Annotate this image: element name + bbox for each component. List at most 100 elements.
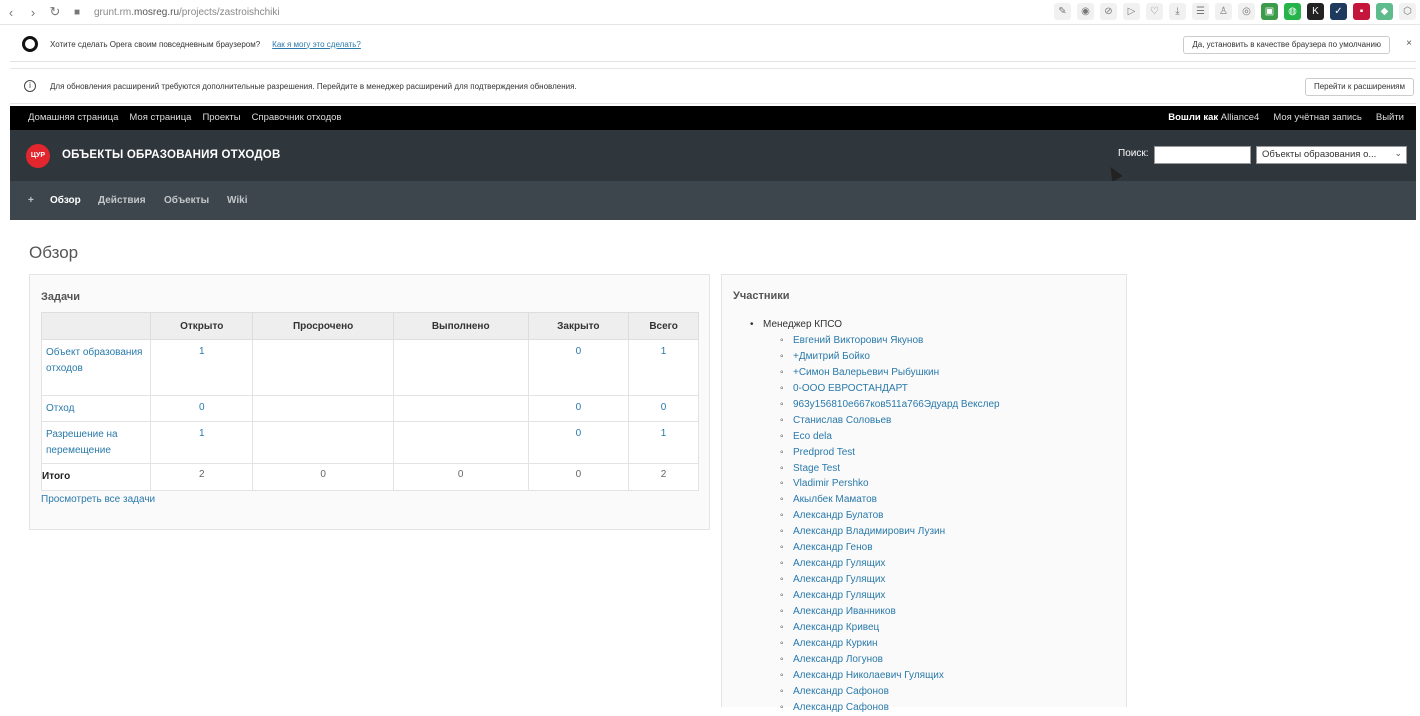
list-item: +Симон Валерьевич Рыбушкин <box>780 365 1000 381</box>
list-item: Eco dela <box>780 429 1000 445</box>
list-item: Евгений Викторович Якунов <box>780 333 1000 349</box>
list-item: Станислав Соловьев <box>780 413 1000 429</box>
whatsapp-icon[interactable]: ◍ <box>1284 3 1301 20</box>
edit-icon[interactable]: ✎ <box>1054 3 1071 20</box>
red-extension-icon[interactable]: ▪ <box>1353 3 1370 20</box>
list-item: Александр Николаевич Гулящих <box>780 668 1000 684</box>
open-count[interactable]: 1 <box>149 339 254 396</box>
member-link[interactable]: Александр Иванников <box>793 606 896 617</box>
lock-icon: ■ <box>73 6 81 18</box>
forward-icon[interactable]: › <box>22 5 44 20</box>
closed-count[interactable]: 0 <box>527 421 630 464</box>
profile-icon[interactable]: ♙ <box>1215 3 1232 20</box>
member-link[interactable]: Акылбек Маматов <box>793 494 877 505</box>
camera-icon[interactable]: ◉ <box>1077 3 1094 20</box>
cube-icon[interactable]: ⬡ <box>1399 3 1416 20</box>
username[interactable]: Alliance4 <box>1221 112 1260 123</box>
member-link[interactable]: Александр Николаевич Гулящих <box>793 670 944 681</box>
member-link[interactable]: Vladimir Pershko <box>793 478 869 489</box>
opera-default-browser-bar: Хотите сделать Opera своим повседневным … <box>10 27 1416 62</box>
list-item: Stage Test <box>780 461 1000 477</box>
member-link[interactable]: Eco dela <box>793 431 832 442</box>
go-to-extensions-button[interactable]: Перейти к расширениям <box>1304 78 1414 96</box>
green-extension-icon[interactable]: ◆ <box>1376 3 1393 20</box>
tab-activity[interactable]: Действия <box>98 195 146 206</box>
member-link[interactable]: Александр Гулящих <box>793 558 885 569</box>
list-item: Александр Гулящих <box>780 556 1000 572</box>
top-menu-home[interactable]: Домашняя страница <box>28 112 118 123</box>
member-link[interactable]: Евгений Викторович Якунов <box>793 335 923 346</box>
opera-notice-link[interactable]: Как я могу это сделать? <box>272 40 361 49</box>
table-row-total: Итого 2 0 0 0 2 <box>41 463 699 491</box>
reload-icon[interactable]: ↻ <box>44 4 66 20</box>
extension-icon[interactable]: ◎ <box>1238 3 1255 20</box>
address-bar[interactable]: grunt.rm.mosreg.ru/projects/zastroishchi… <box>94 7 280 18</box>
table-row: Разрешение на перемещение 1 0 1 <box>41 421 699 464</box>
member-link[interactable]: 963у156810е667ков511а766Эдуард Векслер <box>793 399 1000 410</box>
k-icon[interactable]: K <box>1307 3 1324 20</box>
list-item: Акылбек Маматов <box>780 492 1000 508</box>
list-item: Александр Куркин <box>780 636 1000 652</box>
logout-link[interactable]: Выйти <box>1376 112 1404 123</box>
total-count[interactable]: 0 <box>628 395 699 422</box>
search-input[interactable] <box>1154 146 1251 164</box>
play-icon[interactable]: ▷ <box>1123 3 1140 20</box>
member-link[interactable]: Александр Генов <box>793 542 873 553</box>
closed-count[interactable]: 0 <box>527 339 630 396</box>
table-row: Объект образования отходов 1 0 1 <box>41 339 699 396</box>
member-link[interactable]: Александр Куркин <box>793 638 878 649</box>
tracker-link[interactable]: Разрешение на перемещение <box>41 421 151 464</box>
member-link[interactable]: Александр Логунов <box>793 654 883 665</box>
tab-objects[interactable]: Объекты <box>164 195 209 206</box>
member-link[interactable]: Stage Test <box>793 463 840 474</box>
role-label: Менеджер КПСО <box>750 317 1000 333</box>
back-icon[interactable]: ‹ <box>0 5 22 20</box>
tracker-link[interactable]: Объект образования отходов <box>41 339 151 396</box>
member-link[interactable]: Predprod Test <box>793 447 855 458</box>
member-link[interactable]: 0-ООО ЕВРОСТАНДАРТ <box>793 383 908 394</box>
column-header: Просрочено <box>252 312 394 340</box>
done-count: 0 <box>392 463 529 491</box>
project-jump-select[interactable]: Объекты образования о... ⌄ <box>1256 146 1407 164</box>
list-item: Александр Генов <box>780 540 1000 556</box>
member-link[interactable]: Александр Кривец <box>793 622 879 633</box>
member-link[interactable]: +Симон Валерьевич Рыбушкин <box>793 367 939 378</box>
member-link[interactable]: Александр Сафонов <box>793 686 889 697</box>
table-row: Отход 0 0 0 <box>41 395 699 422</box>
tab-wiki[interactable]: Wiki <box>227 195 247 206</box>
member-link[interactable]: Александр Владимирович Лузин <box>793 526 945 537</box>
total-count[interactable]: 1 <box>628 339 699 396</box>
member-link[interactable]: +Дмитрий Бойко <box>793 351 870 362</box>
menu-icon[interactable]: ☰ <box>1192 3 1209 20</box>
my-account-link[interactable]: Моя учётная запись <box>1273 112 1362 123</box>
member-link[interactable]: Александр Гулящих <box>793 574 885 585</box>
vpn-icon[interactable]: ✓ <box>1330 3 1347 20</box>
members-title: Участники <box>733 290 790 302</box>
messenger-icon[interactable]: ▣ <box>1261 3 1278 20</box>
view-all-issues-link[interactable]: Просмотреть все задачи <box>41 494 155 505</box>
set-default-browser-button[interactable]: Да, установить в качестве браузера по ум… <box>1183 36 1390 54</box>
heart-icon[interactable]: ♡ <box>1146 3 1163 20</box>
closed-count[interactable]: 0 <box>527 395 630 422</box>
download-icon[interactable]: ⤓ <box>1169 3 1186 20</box>
open-count: 2 <box>149 463 254 491</box>
top-menu-projects[interactable]: Проекты <box>202 112 240 123</box>
member-link[interactable]: Александр Булатов <box>793 510 883 521</box>
member-link[interactable]: Станислав Соловьев <box>793 415 891 426</box>
tab-new[interactable]: + <box>28 195 34 206</box>
top-menu-my-page[interactable]: Моя страница <box>129 112 191 123</box>
tab-overview[interactable]: Обзор <box>50 195 81 206</box>
member-link[interactable]: Александр Гулящих <box>793 590 885 601</box>
member-link[interactable]: Александр Сафонов <box>793 702 889 713</box>
close-icon[interactable]: × <box>1406 38 1412 49</box>
shield-icon[interactable]: ⊘ <box>1100 3 1117 20</box>
chevron-down-icon: ⌄ <box>1394 148 1402 158</box>
main-menu: + Обзор Действия Объекты Wiki <box>10 181 1416 220</box>
tracker-link[interactable]: Отход <box>41 395 151 422</box>
open-count[interactable]: 0 <box>149 395 254 422</box>
total-count[interactable]: 1 <box>628 421 699 464</box>
done-count <box>392 339 529 396</box>
top-menu-waste-reference[interactable]: Справочник отходов <box>252 112 342 123</box>
open-count[interactable]: 1 <box>149 421 254 464</box>
members-list: Менеджер КПСО Евгений Викторович Якунов +… <box>749 317 1000 716</box>
